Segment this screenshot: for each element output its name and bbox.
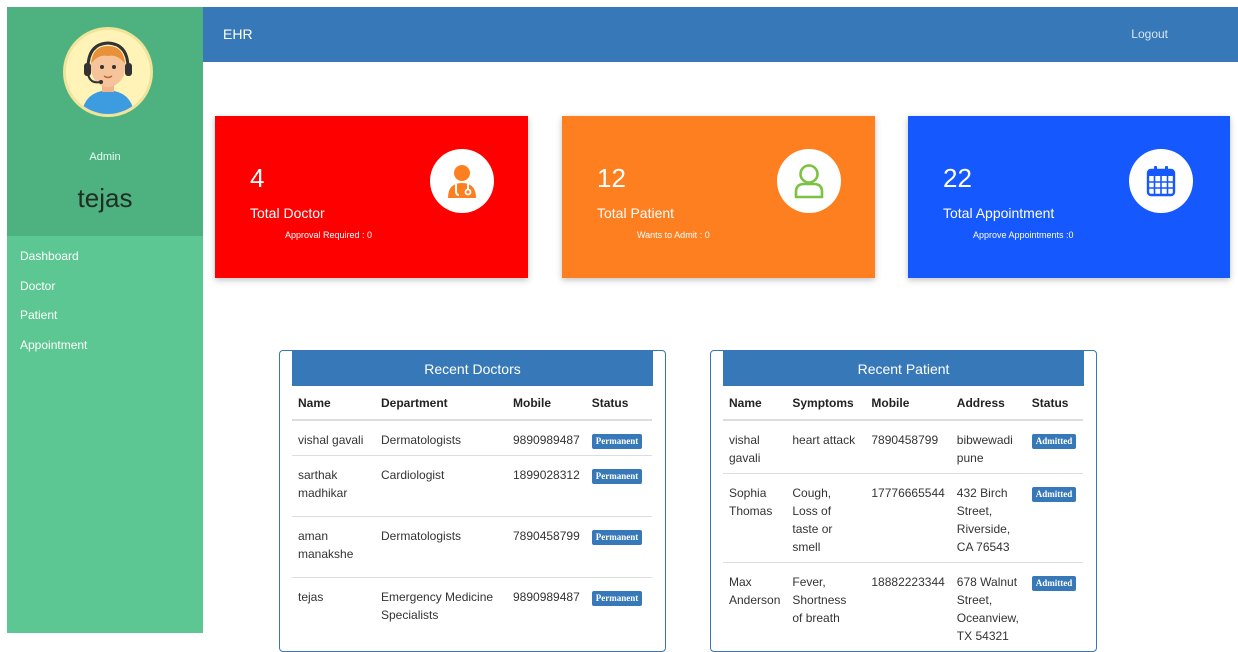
avatar-icon	[66, 30, 150, 114]
table-row: sarthak madhikar Cardiologist 1899028312…	[292, 455, 652, 517]
table-header-row: Name Symptoms Mobile Address Status	[723, 386, 1083, 421]
approval-required-text: Approval Required : 0	[285, 230, 373, 240]
doctor-name: vishal gavali	[292, 419, 375, 456]
total-doctor-count: 4	[250, 163, 265, 193]
doctor-mobile: 7890458799	[507, 516, 586, 578]
table-row: Sophia Thomas Cough, Loss of taste or sm…	[723, 473, 1083, 563]
column-header-name: Name	[723, 386, 787, 421]
brand-title[interactable]: EHR	[223, 26, 253, 42]
status-badge: Permanent	[591, 530, 643, 545]
patient-mobile: 7890458799	[865, 419, 951, 474]
patient-name: vishal gavali	[723, 419, 787, 474]
sidebar-item-appointment[interactable]: Appointment	[7, 337, 203, 367]
doctor-department: Cardiologist	[375, 455, 507, 517]
patient-address: 432 Birch Street, Riverside, CA 76543	[950, 473, 1026, 563]
doctor-name: sarthak madhikar	[292, 455, 375, 517]
appointment-icon-circle	[1129, 149, 1193, 213]
sidebar-item-patient[interactable]: Patient	[7, 307, 203, 337]
column-header-name: Name	[292, 386, 375, 421]
doctor-mobile: 1899028312	[507, 455, 586, 517]
logout-link[interactable]: Logout	[1131, 27, 1168, 41]
recent-patient-panel: Recent Patient Name Symptoms Mobile Addr…	[710, 350, 1097, 652]
doctor-mobile: 9890989487	[507, 419, 586, 456]
total-patient-count: 12	[597, 163, 626, 193]
sidebar-item-dashboard[interactable]: Dashboard	[7, 248, 203, 278]
status-badge: Admitted	[1031, 487, 1077, 502]
doctor-name: aman manakshe	[292, 516, 375, 578]
top-navbar: EHR Logout	[203, 7, 1238, 62]
sidebar: Admin tejas Dashboard Doctor Patient App…	[7, 7, 203, 633]
patient-name: Sophia Thomas	[723, 473, 787, 563]
user-role: Admin	[89, 151, 121, 163]
total-patient-card[interactable]: 12 Total Patient Wants to Admit : 0	[562, 116, 875, 278]
wants-to-admit-text: Wants to Admit : 0	[637, 230, 710, 240]
user-outline-icon	[794, 164, 824, 199]
doctor-name: tejas	[292, 577, 375, 630]
recent-doctors-panel: Recent Doctors Name Department Mobile St…	[279, 350, 666, 652]
column-header-mobile: Mobile	[507, 386, 586, 421]
total-doctor-card[interactable]: 4 Total Doctor Approval Required : 0	[215, 116, 528, 278]
sidebar-nav: Dashboard Doctor Patient Appointment	[7, 248, 203, 366]
status-badge: Permanent	[591, 434, 643, 449]
column-header-status: Status	[585, 386, 652, 421]
patient-icon-circle	[777, 149, 841, 213]
column-header-department: Department	[375, 386, 507, 421]
approve-appointments-text: Approve Appointments :0	[973, 230, 1074, 240]
column-header-symptoms: Symptoms	[786, 386, 866, 421]
patient-mobile: 17776665544	[865, 473, 951, 563]
sidebar-item-doctor[interactable]: Doctor	[7, 278, 203, 308]
total-appointment-card[interactable]: 22 Total Appointment Approve Appointment…	[908, 116, 1230, 278]
doctor-department: Dermatologists	[375, 516, 507, 578]
table-row: vishal gavali Dermatologists 9890989487 …	[292, 419, 652, 456]
status-badge: Admitted	[1031, 434, 1077, 449]
calendar-icon	[1146, 166, 1176, 197]
total-appointment-count: 22	[943, 163, 972, 193]
table-row: Max Anderson Fever, Shortness of breath …	[723, 562, 1083, 651]
patient-symptoms: Cough, Loss of taste or smell	[786, 473, 866, 563]
doctor-icon	[448, 165, 476, 198]
status-badge: Permanent	[591, 591, 643, 606]
table-row: aman manakshe Dermatologists 7890458799 …	[292, 516, 652, 578]
user-name: tejas	[77, 183, 133, 213]
doctor-icon-circle	[430, 149, 494, 213]
table-row: tejas Emergency Medicine Specialists 989…	[292, 577, 652, 630]
status-badge: Permanent	[591, 469, 643, 484]
column-header-address: Address	[950, 386, 1026, 421]
recent-patient-table: Name Symptoms Mobile Address Status vish…	[723, 386, 1083, 651]
doctor-department: Dermatologists	[375, 419, 507, 456]
recent-doctors-table: Name Department Mobile Status vishal gav…	[292, 386, 652, 630]
total-doctor-label: Total Doctor	[250, 205, 325, 221]
column-header-status: Status	[1025, 386, 1083, 421]
recent-patient-title: Recent Patient	[723, 351, 1084, 386]
table-row: vishal gavali heart attack 7890458799 bi…	[723, 419, 1083, 474]
status-badge: Admitted	[1031, 576, 1077, 591]
patient-symptoms: Fever, Shortness of breath	[786, 562, 866, 651]
table-header-row: Name Department Mobile Status	[292, 386, 652, 421]
doctor-mobile: 9890989487	[507, 577, 586, 630]
patient-address: 678 Walnut Street, Oceanview, TX 54321	[950, 562, 1026, 651]
patient-mobile: 18882223344	[865, 562, 951, 651]
patient-address: bibwewadi pune	[950, 419, 1026, 474]
column-header-mobile: Mobile	[865, 386, 951, 421]
recent-doctors-title: Recent Doctors	[292, 351, 653, 386]
doctor-department: Emergency Medicine Specialists	[375, 577, 507, 630]
total-appointment-label: Total Appointment	[943, 205, 1055, 221]
patient-name: Max Anderson	[723, 562, 787, 651]
profile-panel: Admin tejas	[7, 7, 203, 236]
avatar	[63, 27, 153, 117]
patient-symptoms: heart attack	[786, 419, 866, 474]
total-patient-label: Total Patient	[597, 205, 675, 221]
